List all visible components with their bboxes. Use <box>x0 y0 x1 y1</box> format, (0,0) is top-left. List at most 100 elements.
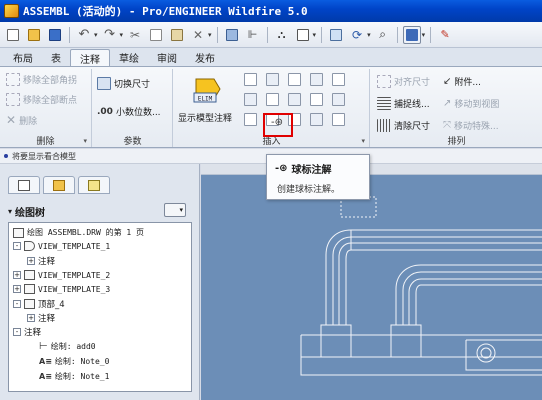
toggle-dimension-icon <box>97 77 111 90</box>
refresh-button[interactable]: ⟳ <box>348 26 366 44</box>
decimal-icon: .00 <box>97 106 113 117</box>
tab-annotate[interactable]: 注释 <box>70 49 110 66</box>
align-icon <box>377 75 391 88</box>
tab-sketch[interactable]: 草绘 <box>110 49 148 66</box>
sketch-tool-button[interactable]: ✎ <box>436 26 454 44</box>
new-file-button[interactable] <box>4 26 22 44</box>
show-model-annotations-button[interactable]: ELIM 显示模型注释 <box>178 73 242 131</box>
tab-publish[interactable]: 发布 <box>186 49 224 66</box>
zoom-button[interactable]: ⌕ <box>374 26 392 44</box>
layer-button[interactable] <box>223 26 241 44</box>
tree-item-drawing-sheet[interactable]: 绘图 ASSEMBL.DRW 的第 1 页 <box>13 227 144 238</box>
collapse-toggle-icon[interactable]: - <box>13 328 21 336</box>
clean-dimensions-button[interactable]: 清除尺寸 <box>377 119 430 132</box>
scissors-icon: ✂ <box>130 27 141 42</box>
remove-all-jogs-button[interactable]: 移除全部角拐 <box>6 73 77 86</box>
snap-lines-icon <box>377 97 391 110</box>
expand-toggle-icon[interactable]: + <box>13 285 21 293</box>
move-to-view-button[interactable]: ↗ 移动到视图 <box>443 97 499 110</box>
favorites-tab[interactable] <box>78 176 110 194</box>
model-tree-tab[interactable] <box>8 176 40 194</box>
binoculars-button[interactable]: ⛬ <box>273 26 291 44</box>
open-file-button[interactable] <box>25 26 43 44</box>
delete-group-dropdown-icon[interactable]: ▾ <box>83 137 87 145</box>
surface-finish-button[interactable] <box>310 73 323 86</box>
tree-item-note-1[interactable]: A≡ 绘制: Note_1 <box>39 371 109 382</box>
snap-lines-label: 捕捉线... <box>394 100 430 110</box>
angle-dimension-button[interactable] <box>244 113 257 126</box>
redo-button[interactable]: ↷ <box>101 26 119 44</box>
insert-group-dropdown-icon[interactable]: ▾ <box>361 137 365 145</box>
tree-item-annotations[interactable]: + 注释 <box>27 312 55 324</box>
regenerate-button[interactable] <box>327 26 345 44</box>
dimension-new-ref-button[interactable] <box>244 73 257 86</box>
collapse-toggle-icon[interactable]: - <box>13 242 21 250</box>
weld-symbol-button[interactable] <box>310 113 323 126</box>
tree-item-annotations-root[interactable]: - 注释 <box>13 326 41 338</box>
remove-all-breaks-button[interactable]: 移除全部断点 <box>6 93 77 106</box>
drawing-icon <box>13 227 24 238</box>
model-tree-title: 绘图树 <box>15 207 46 219</box>
undo-dropdown-icon[interactable]: ▾ <box>94 31 98 39</box>
dimension-common-ref-button[interactable] <box>266 73 279 86</box>
window-dropdown-icon[interactable]: ▾ <box>313 31 317 39</box>
collapse-tree-icon[interactable]: ▾ <box>8 207 12 216</box>
display-style-dropdown-icon[interactable]: ▾ <box>422 31 426 39</box>
bullet-icon <box>4 154 8 158</box>
datum-plane-button[interactable] <box>332 113 345 126</box>
drawing-sheet[interactable] <box>201 174 542 400</box>
model-tree-icon <box>18 179 30 191</box>
tree-item-label: 顶部_4 <box>38 300 65 310</box>
undo-button[interactable]: ↶ <box>75 26 93 44</box>
expand-toggle-icon[interactable]: + <box>27 314 35 322</box>
display-style-button[interactable] <box>402 25 421 44</box>
expand-toggle-icon[interactable]: + <box>27 257 35 265</box>
toggle-dimension-button[interactable]: 切换尺寸 <box>97 77 150 90</box>
window-button[interactable] <box>294 26 312 44</box>
tree-item-note-0[interactable]: A≡ 绘制: Note_0 <box>39 356 109 367</box>
expand-toggle-icon[interactable]: + <box>13 271 21 279</box>
tab-table[interactable]: 表 <box>42 49 70 66</box>
tab-layout[interactable]: 布局 <box>4 49 42 66</box>
delete-dropdown-icon[interactable]: ▾ <box>208 31 212 39</box>
quick-access-toolbar: ↶ ▾ ↷ ▾ ✂ ✕ ▾ ⊩ ⛬ ▾ ⟳ ▾ ⌕ ▾ ✎ <box>0 22 542 48</box>
note-icon: A≡ <box>39 372 52 381</box>
delete-button[interactable]: ✕ <box>189 26 207 44</box>
tree-button[interactable]: ⊩ <box>244 26 262 44</box>
show-model-annotations-icon: ELIM <box>193 78 221 103</box>
arrange-group-label: 排列 <box>447 137 466 147</box>
toolbar-separator <box>430 26 432 43</box>
ordinate-dimension-button[interactable] <box>288 73 301 86</box>
save-button[interactable] <box>46 26 64 44</box>
snap-lines-button[interactable]: 捕捉线... <box>377 97 430 110</box>
datum-target-button[interactable] <box>332 73 345 86</box>
tree-item-view-template-1[interactable]: - VIEW_TEMPLATE_1 <box>13 241 110 251</box>
tree-item-annotations[interactable]: + 注释 <box>27 255 55 267</box>
refresh-icon: ⟳ <box>352 27 363 42</box>
table-dimension-button[interactable] <box>266 93 279 106</box>
redo-dropdown-icon[interactable]: ▾ <box>120 31 124 39</box>
tree-settings-button[interactable]: ▾ <box>164 203 186 217</box>
tree-item-view-template-2[interactable]: + VIEW_TEMPLATE_2 <box>13 270 110 280</box>
axis-button[interactable] <box>332 93 345 106</box>
attachment-button[interactable]: ↙ 附件... <box>443 75 481 88</box>
tree-item-top-4[interactable]: - 顶部_4 <box>13 298 65 310</box>
save-icon <box>49 28 61 41</box>
move-special-button[interactable]: ⤧ 移动特殊... <box>443 119 499 132</box>
reference-dimension-button[interactable] <box>244 93 257 106</box>
drawing-canvas[interactable] <box>201 164 542 400</box>
tree-item-sketch-add0[interactable]: ⊢ 绘制: add0 <box>39 341 96 352</box>
note-button[interactable] <box>288 93 301 106</box>
tab-review[interactable]: 审阅 <box>148 49 186 66</box>
decimal-places-button[interactable]: .00 小数位数... <box>97 105 161 119</box>
collapse-toggle-icon[interactable]: - <box>13 300 21 308</box>
cut-button[interactable]: ✂ <box>126 26 144 44</box>
folder-browser-tab[interactable] <box>43 176 75 194</box>
copy-button[interactable] <box>147 26 165 44</box>
refresh-dropdown-icon[interactable]: ▾ <box>367 31 371 39</box>
symbol-button[interactable] <box>310 93 323 106</box>
paste-button[interactable] <box>168 26 186 44</box>
delete-item-button[interactable]: ✕ 删除 <box>6 113 37 127</box>
tree-item-view-template-3[interactable]: + VIEW_TEMPLATE_3 <box>13 284 110 294</box>
align-dimensions-button[interactable]: 对齐尺寸 <box>377 75 430 88</box>
